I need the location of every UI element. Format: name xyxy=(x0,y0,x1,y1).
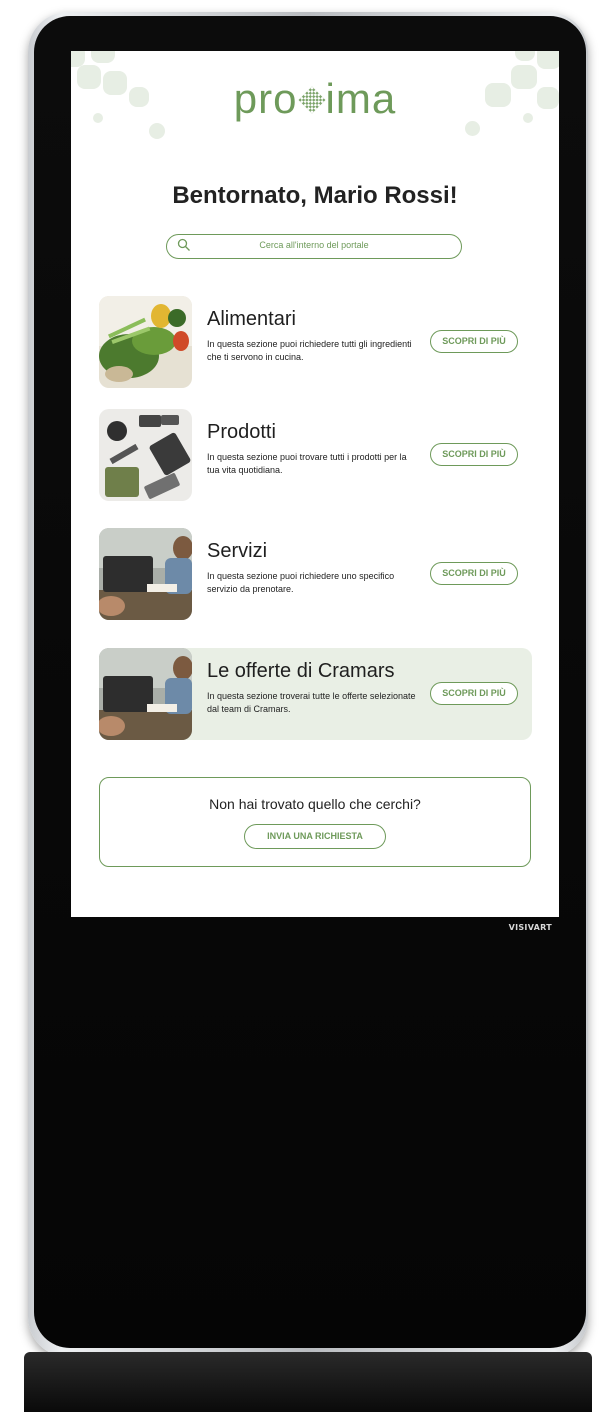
section-card-offerte[interactable]: Le offerte di Cramars In questa sezione … xyxy=(99,648,532,740)
help-box: Non hai trovato quello che cerchi? INVIA… xyxy=(99,777,531,867)
logo-ima: ima xyxy=(325,75,397,122)
proxima-logo: proxima proima xyxy=(71,75,559,123)
help-question: Non hai trovato quello che cerchi? xyxy=(209,796,421,812)
office-meeting-photo xyxy=(99,648,192,740)
discover-more-button[interactable]: SCOPRI DI PIÙ xyxy=(430,330,518,353)
section-description: In questa sezione puoi richiedere uno sp… xyxy=(207,571,395,594)
deco-dot xyxy=(465,121,480,136)
office-meeting-photo xyxy=(99,528,192,620)
kiosk-screen: proxima proima Bentornato, Mario Rossi! … xyxy=(71,51,559,917)
search-placeholder: Cerca all'interno del portale xyxy=(259,240,369,250)
section-description: In questa sezione puoi richiedere tutti … xyxy=(207,339,412,362)
section-card-servizi[interactable]: Servizi In questa sezione puoi richieder… xyxy=(99,528,532,620)
deco-square xyxy=(537,51,559,69)
logo-pro: pro xyxy=(233,75,298,122)
section-title: Servizi xyxy=(207,540,268,562)
search-input[interactable]: Cerca all'interno del portale xyxy=(166,234,462,259)
section-title: Prodotti xyxy=(207,421,276,443)
section-card-prodotti[interactable]: Prodotti In questa sezione puoi trovare … xyxy=(99,409,532,501)
kiosk-base xyxy=(24,1352,592,1412)
page-title: Bentornato, Mario Rossi! xyxy=(172,182,458,209)
flatlay-products-photo xyxy=(99,409,192,501)
discover-more-button[interactable]: SCOPRI DI PIÙ xyxy=(430,682,518,705)
logo-x-pattern-icon xyxy=(297,86,326,114)
section-description: In questa sezione troverai tutte le offe… xyxy=(207,691,416,714)
vegetables-photo xyxy=(99,296,192,388)
device-brand-label: VISIVART xyxy=(508,923,552,932)
discover-more-button[interactable]: SCOPRI DI PIÙ xyxy=(430,562,518,585)
deco-square xyxy=(91,51,115,63)
deco-dot xyxy=(149,123,165,139)
section-description: In questa sezione puoi trovare tutti i p… xyxy=(207,452,407,475)
section-title: Le offerte di Cramars xyxy=(207,660,395,682)
section-card-alimentari[interactable]: Alimentari In questa sezione puoi richie… xyxy=(99,296,532,388)
deco-square xyxy=(515,51,535,61)
discover-more-button[interactable]: SCOPRI DI PIÙ xyxy=(430,443,518,466)
send-request-button[interactable]: INVIA UNA RICHIESTA xyxy=(244,824,386,849)
section-title: Alimentari xyxy=(207,308,296,330)
